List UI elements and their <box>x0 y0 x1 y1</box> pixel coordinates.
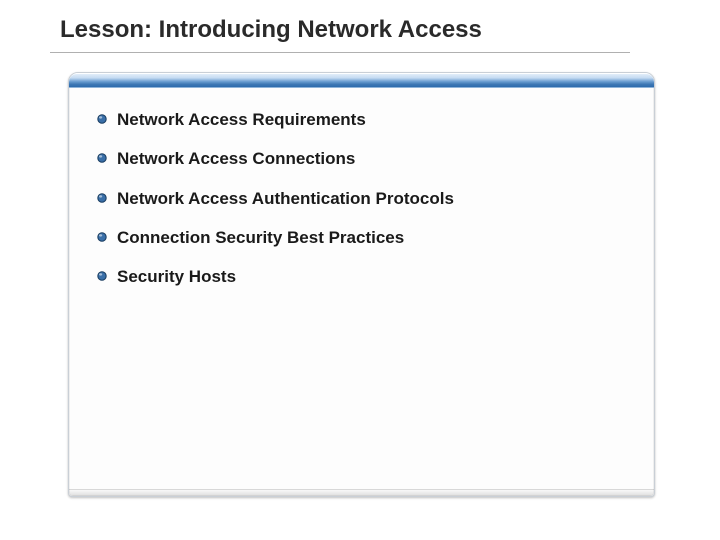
list-item: Network Access Requirements <box>97 109 634 130</box>
content-frame: Network Access Requirements Network Acce… <box>68 72 655 497</box>
list-item: Network Access Connections <box>97 148 634 169</box>
bullet-icon <box>97 232 107 242</box>
list-item: Security Hosts <box>97 266 634 287</box>
bullet-text: Security Hosts <box>117 266 236 287</box>
bullet-icon <box>97 114 107 124</box>
bullet-icon <box>97 153 107 163</box>
bullet-text: Network Access Requirements <box>117 109 366 130</box>
slide: Lesson: Introducing Network Access Netwo… <box>0 0 720 540</box>
list-item: Connection Security Best Practices <box>97 227 634 248</box>
frame-topbar <box>69 73 654 88</box>
bullet-text: Network Access Connections <box>117 148 355 169</box>
bullet-icon <box>97 271 107 281</box>
slide-title: Lesson: Introducing Network Access <box>60 16 482 44</box>
bullet-icon <box>97 193 107 203</box>
bullet-text: Connection Security Best Practices <box>117 227 404 248</box>
title-underline <box>50 52 630 53</box>
bullet-list: Network Access Requirements Network Acce… <box>97 109 634 305</box>
bullet-text: Network Access Authentication Protocols <box>117 188 454 209</box>
frame-bottom-edge <box>69 489 654 496</box>
list-item: Network Access Authentication Protocols <box>97 188 634 209</box>
